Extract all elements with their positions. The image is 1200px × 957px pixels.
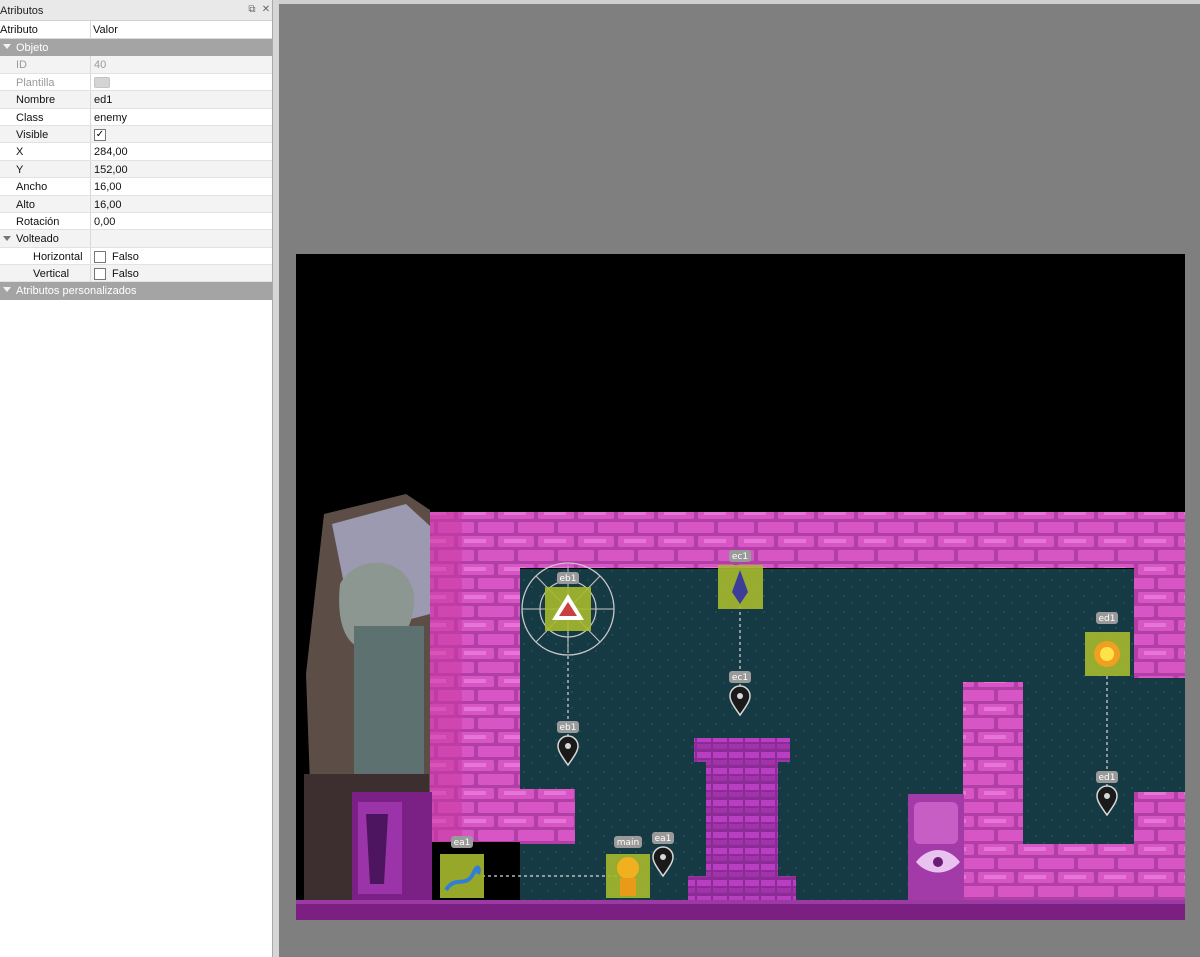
property-row-x[interactable]: X 284,00 xyxy=(0,143,272,161)
map-label-ec1-pin: ec1 xyxy=(732,673,748,683)
property-key: Horizontal xyxy=(33,250,83,263)
property-row-height[interactable]: Alto 16,00 xyxy=(0,195,272,213)
class-field[interactable]: enemy xyxy=(94,112,127,124)
group-label: Objeto xyxy=(16,42,49,54)
collapse-arrow-icon[interactable] xyxy=(3,287,11,293)
property-key: X xyxy=(16,146,24,159)
horizontal-checkbox[interactable] xyxy=(94,250,106,263)
map-label-ea1: ea1 xyxy=(454,838,471,848)
property-key: Class xyxy=(16,111,44,124)
map-label-main: main xyxy=(617,838,640,848)
property-row-id[interactable]: ID 40 xyxy=(0,56,272,74)
width-field[interactable]: 16,00 xyxy=(94,181,122,193)
x-field[interactable]: 284,00 xyxy=(94,146,128,158)
table-header: Atributo Valor xyxy=(0,21,272,39)
visible-checkbox[interactable]: ✓ xyxy=(94,128,106,141)
property-row-visible[interactable]: Visible ✓ xyxy=(0,125,272,144)
template-icon[interactable] xyxy=(94,76,110,88)
map-label-eb1-pin: eb1 xyxy=(560,723,577,733)
property-key: Alto xyxy=(16,198,35,211)
property-key: ID xyxy=(16,59,27,72)
temple-door xyxy=(352,792,432,900)
group-custom-attributes[interactable]: Atributos personalizados xyxy=(0,282,272,300)
float-icon[interactable]: ⧉ xyxy=(246,4,258,16)
attributes-panel: Atributos ⧉ ✕ Atributo Valor Objeto ID 4… xyxy=(0,0,273,957)
object-ea1[interactable]: ea1 xyxy=(440,836,484,898)
property-row-template[interactable]: Plantilla xyxy=(0,73,272,92)
property-row-rotation[interactable]: Rotación 0,00 xyxy=(0,212,272,231)
property-key: Visible xyxy=(16,128,49,141)
map-label-ec1: ec1 xyxy=(732,552,748,562)
map-label-ea1-pin: ea1 xyxy=(655,834,672,844)
group-object[interactable]: Objeto xyxy=(0,39,272,57)
rotation-field[interactable]: 0,00 xyxy=(94,216,115,228)
property-row-name[interactable]: Nombre ed1 xyxy=(0,91,272,109)
property-key: Rotación xyxy=(16,215,60,228)
property-value: 40 xyxy=(94,59,107,72)
map-canvas[interactable]: eb1 ec1 ed1 ea1 main ec1 eb1 ed1 ea1 xyxy=(296,254,1185,920)
name-field[interactable]: ed1 xyxy=(94,94,112,106)
collapse-arrow-icon[interactable] xyxy=(3,236,11,242)
map-label-eb1: eb1 xyxy=(560,574,577,584)
property-value: Falso xyxy=(112,250,139,263)
map-label-ed1: ed1 xyxy=(1099,614,1116,624)
property-value: Falso xyxy=(112,268,139,281)
property-key: Plantilla xyxy=(16,76,55,89)
y-field[interactable]: 152,00 xyxy=(94,164,128,176)
property-key: Nombre xyxy=(16,94,56,107)
eye-block xyxy=(908,794,964,900)
column-header-value[interactable]: Valor xyxy=(93,24,118,36)
map-label-ed1-pin: ed1 xyxy=(1099,773,1116,783)
property-row-horizontal[interactable]: Horizontal Falso xyxy=(0,247,272,266)
property-row-y[interactable]: Y 152,00 xyxy=(0,160,272,179)
collapse-arrow-icon[interactable] xyxy=(3,44,11,49)
property-key: Volteado xyxy=(16,233,59,246)
panel-title: Atributos xyxy=(0,5,44,17)
map-scene: eb1 ec1 ed1 ea1 main ec1 eb1 ed1 ea1 xyxy=(296,494,1185,920)
close-icon[interactable]: ✕ xyxy=(260,4,272,16)
property-key: Vertical xyxy=(33,268,70,281)
property-row-class[interactable]: Class enemy xyxy=(0,108,272,126)
height-field[interactable]: 16,00 xyxy=(94,199,122,211)
property-key: Ancho xyxy=(16,181,48,194)
property-key: Y xyxy=(16,163,24,176)
property-row-vertical[interactable]: Vertical Falso xyxy=(0,265,272,283)
column-header-attribute[interactable]: Atributo xyxy=(0,24,38,36)
top-edge xyxy=(279,0,1200,4)
property-row-flip[interactable]: Volteado xyxy=(0,230,272,248)
group-label: Atributos personalizados xyxy=(16,285,137,298)
vertical-checkbox[interactable] xyxy=(94,268,106,281)
panel-title-bar: Atributos ⧉ ✕ xyxy=(0,0,272,21)
panel-splitter[interactable] xyxy=(273,0,279,957)
property-row-width[interactable]: Ancho 16,00 xyxy=(0,178,272,196)
